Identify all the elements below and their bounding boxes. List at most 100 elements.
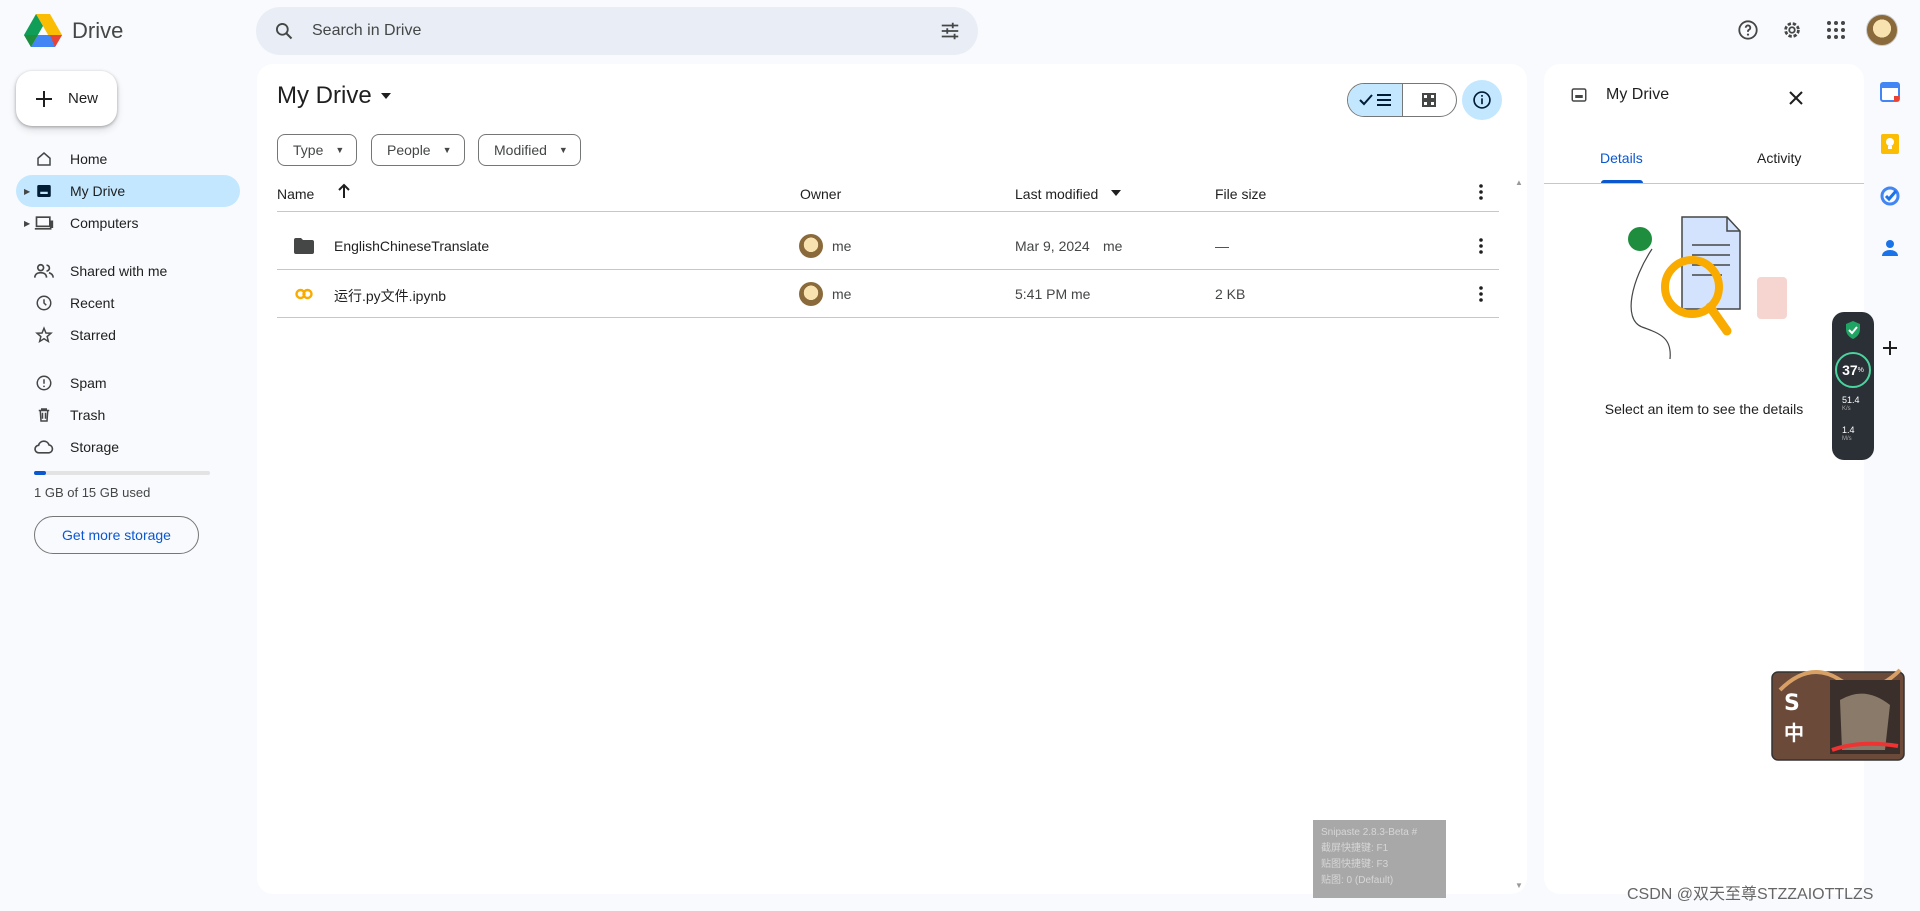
table-row[interactable]: 运行.py文件.ipynb me 5:41 PM me 2 KB <box>277 270 1499 318</box>
get-more-storage-button[interactable]: Get more storage <box>34 516 199 554</box>
filter-people-chip[interactable]: People ▼ <box>371 134 465 166</box>
tab-activity[interactable]: Activity <box>1757 150 1801 166</box>
app-name: Drive <box>72 18 124 43</box>
page-title: My Drive <box>277 82 372 109</box>
more-options-icon[interactable] <box>1479 184 1483 200</box>
tasks-icon[interactable] <box>1878 184 1902 208</box>
snipaste-info-tooltip: Snipaste 2.8.3-Beta # 截屏快捷键: F1 贴图快捷键: F… <box>1313 820 1446 898</box>
search-icon[interactable] <box>270 17 298 45</box>
csdn-watermark: CSDN @双天至尊STZZAIOTTLZS <box>1627 886 1874 903</box>
sidebar-item-label: Home <box>70 151 108 167</box>
file-size: 2 KB <box>1215 286 1246 302</box>
sort-ascending-icon[interactable] <box>337 183 351 199</box>
home-icon <box>34 149 54 169</box>
upload-speed: 51.4 K/s <box>1842 396 1860 414</box>
sidebar-item-computers[interactable]: ▶ Computers <box>16 207 240 239</box>
sidebar-item-my-drive[interactable]: ▶ My Drive <box>16 175 240 207</box>
main-panel: My Drive Type ▼ People ▼ Modified ▼ Name Ow… <box>257 64 1527 894</box>
sidebar-item-recent[interactable]: Recent <box>16 287 240 319</box>
search-options-icon[interactable] <box>936 17 964 45</box>
keep-icon[interactable] <box>1878 132 1902 156</box>
empty-state-illustration <box>1622 209 1792 379</box>
list-view-button[interactable] <box>1348 84 1403 116</box>
table-row[interactable]: EnglishChineseTranslate me Mar 9, 2024 m… <box>277 222 1499 270</box>
sidebar-item-label: Starred <box>70 327 116 343</box>
view-details-button[interactable] <box>1462 80 1502 120</box>
modified-by: me <box>1103 238 1123 254</box>
details-tabs: Details Activity <box>1544 144 1864 184</box>
chip-label: Modified <box>494 142 547 158</box>
tab-details[interactable]: Details <box>1600 150 1643 166</box>
sidebar-item-label: Storage <box>70 439 120 455</box>
owner-name: me <box>832 286 852 302</box>
computer-icon <box>34 213 54 233</box>
ime-mascot-widget[interactable]: S 中 <box>1770 660 1908 762</box>
expand-caret-icon[interactable]: ▶ <box>24 219 30 228</box>
contacts-icon[interactable] <box>1878 236 1902 260</box>
svg-text:中: 中 <box>1784 721 1804 745</box>
row-more-options-icon[interactable] <box>1471 284 1491 304</box>
drive-logo[interactable]: Drive <box>24 14 123 48</box>
check-icon <box>1359 94 1373 106</box>
account-avatar[interactable] <box>1866 14 1898 46</box>
new-button[interactable]: New <box>16 71 117 126</box>
sidebar-item-storage[interactable]: Storage <box>16 431 240 463</box>
shield-icon <box>1846 321 1860 339</box>
column-header-name[interactable]: Name <box>277 186 314 202</box>
plus-icon <box>36 90 52 107</box>
expand-caret-icon[interactable]: ▶ <box>24 187 30 196</box>
colab-icon <box>294 284 314 304</box>
sidebar-item-label: Computers <box>70 215 139 231</box>
filter-type-chip[interactable]: Type ▼ <box>277 134 358 166</box>
filter-modified-chip[interactable]: Modified ▼ <box>478 134 581 166</box>
file-name[interactable]: 运行.py文件.ipynb <box>334 286 446 306</box>
calendar-icon[interactable] <box>1878 80 1902 104</box>
empty-details-message: Select an item to see the details <box>1604 401 1804 417</box>
scroll-down-arrow[interactable]: ▼ <box>1515 881 1523 890</box>
owner-avatar <box>799 282 823 306</box>
chip-label: Type <box>293 142 324 158</box>
modified-date: 5:41 PM <box>1015 286 1068 302</box>
cpu-usage-value: 37 <box>1842 362 1858 378</box>
sidebar-item-label: Spam <box>70 375 107 391</box>
close-icon[interactable] <box>1784 86 1808 110</box>
sidebar-item-trash[interactable]: Trash <box>16 399 240 431</box>
modified-date: Mar 9, 2024 <box>1015 238 1090 254</box>
storage-meter-fill <box>34 471 46 475</box>
column-header-modified[interactable]: Last modified <box>1015 186 1098 202</box>
download-speed-unit: M/s <box>1842 436 1852 442</box>
people-icon <box>34 261 54 281</box>
sidebar-item-starred[interactable]: Starred <box>16 319 240 351</box>
apps-grid-icon[interactable] <box>1822 16 1850 44</box>
settings-gear-icon[interactable] <box>1778 16 1806 44</box>
grid-view-button[interactable] <box>1403 84 1457 116</box>
help-icon[interactable] <box>1734 16 1762 44</box>
download-speed: 1.4 M/s <box>1842 426 1855 444</box>
column-header-size[interactable]: File size <box>1215 186 1266 202</box>
active-tab-indicator <box>1601 180 1643 183</box>
trash-icon <box>34 405 54 425</box>
cloud-icon <box>34 437 54 457</box>
file-size: — <box>1215 238 1229 254</box>
scroll-up-arrow[interactable]: ▲ <box>1515 178 1523 187</box>
sidebar-item-spam[interactable]: Spam <box>16 367 240 399</box>
search-bar[interactable] <box>256 7 978 55</box>
sidebar-item-home[interactable]: Home <box>16 143 240 175</box>
sort-dropdown-icon[interactable] <box>1111 190 1121 196</box>
info-icon <box>1473 91 1491 109</box>
file-name[interactable]: EnglishChineseTranslate <box>334 238 489 254</box>
snip-line: 贴图快捷键: F3 <box>1321 859 1389 870</box>
sidebar-item-shared[interactable]: Shared with me <box>16 255 240 287</box>
add-app-icon[interactable] <box>1878 336 1902 360</box>
row-more-options-icon[interactable] <box>1471 236 1491 256</box>
search-input[interactable] <box>312 22 936 40</box>
svg-text:S: S <box>1784 691 1800 716</box>
details-panel: My Drive Details Activity Select an item… <box>1544 64 1864 894</box>
column-header-owner[interactable]: Owner <box>800 186 841 202</box>
page-title-menu[interactable]: My Drive <box>277 82 392 110</box>
view-toggle[interactable] <box>1347 83 1457 117</box>
cpu-usage-unit: % <box>1857 366 1864 374</box>
network-speed-widget[interactable]: 37% 51.4 K/s 1.4 M/s <box>1832 312 1874 460</box>
snip-line: 贴图: 0 (Default) <box>1321 875 1394 886</box>
list-icon <box>1376 94 1391 106</box>
